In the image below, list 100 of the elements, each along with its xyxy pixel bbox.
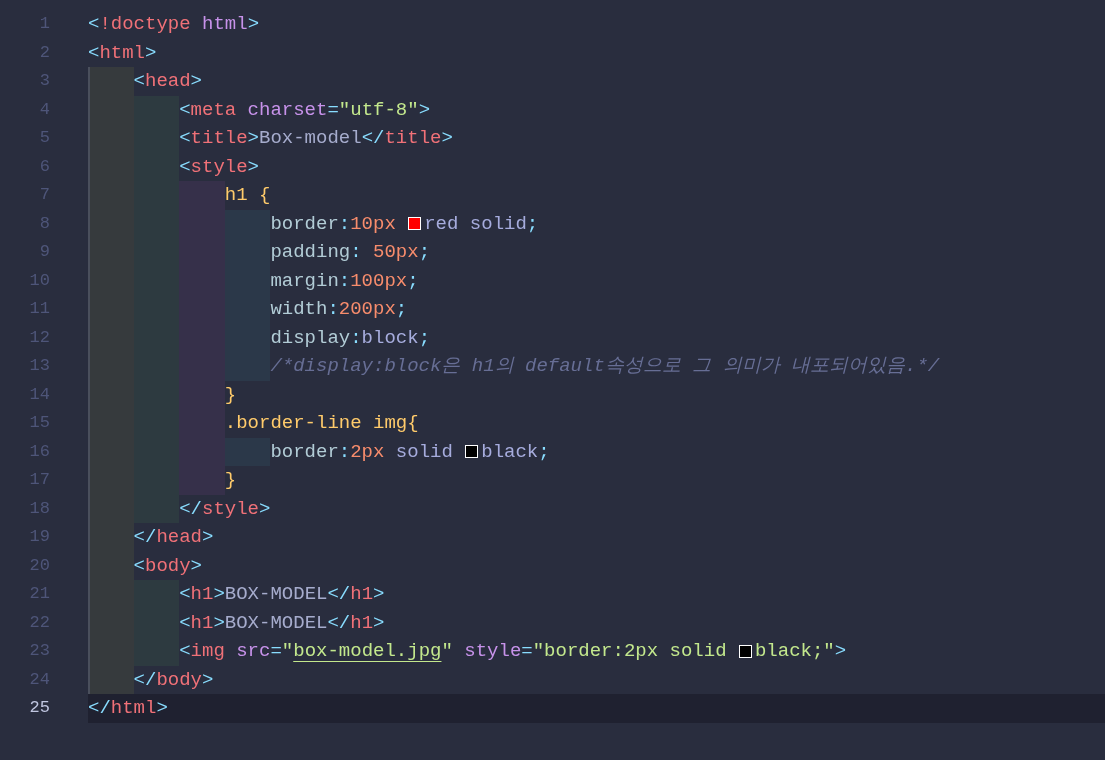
- tag-name: style: [202, 496, 259, 522]
- line-number: 1: [38, 13, 50, 35]
- punctuation: =: [521, 639, 533, 664]
- line-number: 25: [28, 697, 50, 719]
- tag-name: meta: [190, 97, 237, 123]
- punctuation: >: [156, 696, 168, 721]
- punctuation: >: [145, 40, 157, 66]
- punctuation: <: [179, 126, 191, 151]
- string-literal: ": [441, 639, 453, 664]
- tag-name: img: [190, 639, 225, 664]
- punctuation: >: [373, 610, 385, 636]
- tag-name: h1: [190, 610, 214, 636]
- property-name: border: [270, 211, 339, 237]
- line-number: 16: [28, 440, 50, 463]
- punctuation: :: [327, 297, 339, 322]
- punctuation: =: [270, 639, 282, 664]
- line-number: 21: [28, 583, 50, 605]
- punctuation: >: [247, 12, 260, 37]
- tag-name: h1: [190, 582, 214, 607]
- line-number: 3: [38, 70, 50, 92]
- punctuation: >: [247, 154, 259, 180]
- tag-name: h1: [350, 582, 374, 607]
- line-number: 20: [28, 554, 50, 577]
- line-number: 24: [28, 668, 50, 691]
- punctuation: :: [350, 325, 362, 351]
- punctuation: >: [441, 126, 453, 151]
- attribute-name: style: [463, 639, 522, 664]
- tag-name: head: [145, 69, 191, 94]
- line-number: 5: [38, 127, 50, 149]
- punctuation: </: [88, 696, 111, 721]
- tag-name: html: [99, 40, 145, 66]
- punctuation: >: [418, 97, 431, 123]
- punctuation: <: [179, 582, 191, 607]
- line-number: 13: [28, 355, 50, 377]
- punctuation: <: [133, 69, 145, 94]
- property-name: width: [270, 297, 328, 322]
- punctuation: :: [350, 240, 362, 265]
- punctuation: <: [88, 40, 100, 66]
- line-number: 18: [28, 497, 50, 520]
- punctuation: ;: [526, 211, 539, 237]
- css-selector: .border-line img: [224, 411, 408, 436]
- brace: }: [224, 382, 237, 408]
- punctuation: <: [179, 154, 191, 180]
- code-comment: /*display:block은 h1의 default속성으로 그 의미가 내포되어있음.*/: [270, 354, 940, 379]
- property-name: border: [270, 439, 339, 465]
- punctuation: </: [327, 582, 351, 607]
- line-number: 6: [38, 155, 50, 178]
- string-literal: black;": [754, 639, 835, 664]
- punctuation: <: [179, 639, 191, 664]
- attribute-name: html: [201, 12, 248, 37]
- attribute-name: src: [235, 639, 271, 664]
- punctuation: </: [133, 525, 157, 550]
- line-number: 22: [28, 611, 50, 634]
- string-literal: "utf-8": [338, 97, 419, 123]
- color-swatch-icon[interactable]: [738, 644, 752, 658]
- number-value: 50px: [372, 240, 419, 265]
- line-number: 4: [38, 98, 50, 121]
- line-number: 11: [28, 298, 50, 320]
- punctuation: >: [259, 496, 271, 522]
- punctuation: >: [190, 69, 202, 94]
- line-number: 8: [38, 212, 50, 235]
- line-number: 19: [28, 526, 50, 548]
- punctuation: =: [327, 97, 339, 123]
- number-value: 2px: [350, 439, 385, 465]
- color-swatch-icon[interactable]: [465, 445, 479, 459]
- punctuation: :: [338, 268, 351, 294]
- punctuation: >: [213, 582, 225, 607]
- punctuation: ;: [418, 240, 431, 265]
- attribute-name: charset: [246, 97, 328, 123]
- tag-name: style: [190, 154, 248, 180]
- text-content: BOX-MODEL: [224, 610, 328, 636]
- punctuation: </: [133, 667, 157, 693]
- text-content: Box-model: [259, 126, 362, 151]
- text-content: BOX-MODEL: [224, 582, 328, 607]
- file-link[interactable]: box-model.jpg: [293, 637, 442, 666]
- keyword-value: solid: [394, 439, 454, 465]
- tag-name: h1: [350, 610, 374, 636]
- tag-name: body: [145, 553, 191, 579]
- punctuation: :: [338, 211, 351, 237]
- number-value: 100px: [350, 268, 408, 294]
- line-number: 23: [28, 640, 50, 662]
- line-number: 12: [28, 326, 50, 349]
- keyword-value: red solid: [424, 211, 527, 237]
- punctuation: >: [247, 126, 259, 151]
- line-number: 10: [28, 269, 50, 292]
- line-number: 9: [38, 241, 50, 263]
- tag-name: !doctype: [99, 12, 191, 37]
- color-swatch-icon[interactable]: [408, 217, 422, 231]
- number-value: 200px: [338, 297, 396, 322]
- punctuation: <: [179, 97, 191, 123]
- css-selector: h1: [224, 183, 248, 208]
- punctuation: <: [88, 12, 100, 37]
- number-value: 10px: [350, 211, 397, 237]
- line-number: 2: [38, 41, 50, 64]
- tag-name: body: [156, 667, 202, 693]
- keyword-value: black: [481, 439, 539, 465]
- punctuation: <: [179, 610, 191, 636]
- punctuation: >: [213, 610, 225, 636]
- punctuation: <: [133, 553, 145, 579]
- punctuation: >: [373, 582, 385, 607]
